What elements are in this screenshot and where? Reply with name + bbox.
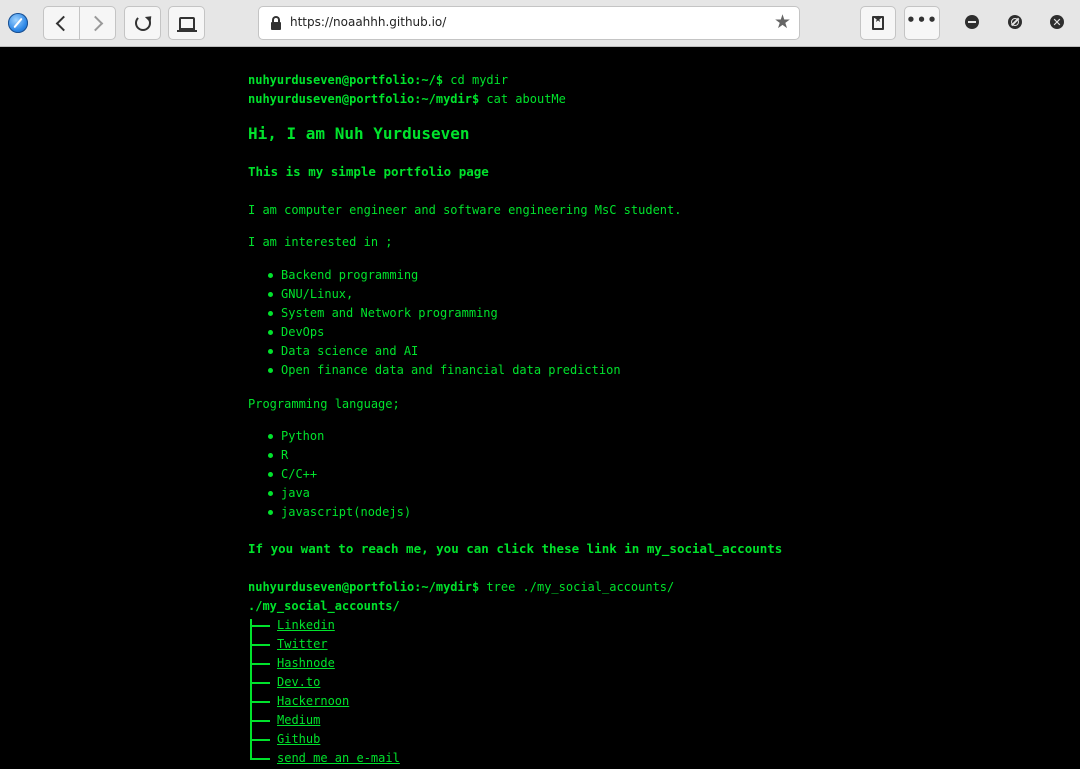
maximize-icon <box>1011 18 1019 26</box>
link-medium[interactable]: Medium <box>277 713 320 727</box>
link-github[interactable]: Github <box>277 732 320 746</box>
list-item: java <box>268 486 310 500</box>
close-button[interactable]: ✕ <box>1050 15 1064 29</box>
close-icon: ✕ <box>1052 15 1062 29</box>
reload-icon <box>134 15 151 31</box>
list-item: Backend programming <box>267 268 419 282</box>
list-item: Data science and AI <box>267 344 419 358</box>
list-item: GNU/Linux, <box>267 287 354 301</box>
tree-branch <box>250 644 270 646</box>
tree-branch <box>250 663 270 665</box>
list-item: System and Network programming <box>268 306 498 320</box>
link-hashnode[interactable]: Hashnode <box>277 656 335 670</box>
bookmarks-icon <box>872 15 884 30</box>
command-line-3: nuhyurduseven@portfolio:~/mydir$ tree ./… <box>248 579 674 595</box>
tree-branch <box>250 758 270 760</box>
reach-text: If you want to reach me, you can click t… <box>248 541 783 556</box>
intro-text: I am computer engineer and software engi… <box>248 203 682 217</box>
link-hackernoon[interactable]: Hackernoon <box>277 694 349 708</box>
languages-title: Programming language; <box>248 397 400 411</box>
list-item: C/C++ <box>267 467 318 481</box>
back-button[interactable] <box>44 7 79 39</box>
link-twitter[interactable]: Twitter <box>277 637 328 651</box>
menu-dots-icon: ••• <box>906 11 938 29</box>
app-icon <box>8 13 28 33</box>
tab-button[interactable] <box>168 6 205 40</box>
menu-button[interactable]: ••• <box>904 6 940 40</box>
link-devto[interactable]: Dev.to <box>277 675 320 689</box>
list-item: Python <box>267 429 325 443</box>
forward-button[interactable] <box>79 7 115 39</box>
tree-branch <box>250 682 270 684</box>
url-text[interactable]: https://noaahhh.github.io/ <box>290 15 446 29</box>
page-subtitle: This is my simple portfolio page <box>248 164 489 179</box>
list-item: Open finance data and financial data pre… <box>268 363 621 377</box>
minimize-icon <box>968 21 976 23</box>
command: tree ./my_social_accounts/ <box>479 580 675 594</box>
prompt: nuhyurduseven@portfolio:~/mydir$ <box>248 92 480 106</box>
tree-branch <box>250 625 270 627</box>
tree-root: ./my_social_accounts/ <box>248 599 400 613</box>
command-line-2: nuhyurduseven@portfolio:~/mydir$ cat abo… <box>248 91 566 107</box>
interests-title: I am interested in ; <box>248 235 393 249</box>
terminal-page: nuhyurduseven@portfolio:~/$ cd mydir nuh… <box>0 48 1080 769</box>
prompt: nuhyurduseven@portfolio:~/mydir$ <box>248 580 480 594</box>
forward-icon <box>87 15 104 31</box>
link-email[interactable]: send me an e-mail <box>277 751 400 765</box>
list-item: DevOps <box>267 325 325 339</box>
reload-button[interactable] <box>124 6 161 40</box>
bookmarks-button[interactable] <box>860 6 896 40</box>
link-linkedin[interactable]: Linkedin <box>277 618 335 632</box>
tree-branch <box>250 701 270 703</box>
maximize-button[interactable] <box>1008 15 1022 29</box>
nav-buttons <box>43 6 116 40</box>
tree-branch <box>250 739 270 741</box>
list-item: R <box>267 448 289 462</box>
tree-branch <box>250 720 270 722</box>
command: cd mydir <box>443 73 509 87</box>
page-title: Hi, I am Nuh Yurduseven <box>248 124 470 143</box>
command-line-1: nuhyurduseven@portfolio:~/$ cd mydir <box>248 72 508 88</box>
back-icon <box>55 15 72 31</box>
lock-icon <box>271 16 281 30</box>
command: cat aboutMe <box>479 92 566 106</box>
tab-icon <box>176 16 197 32</box>
prompt: nuhyurduseven@portfolio:~/$ <box>248 73 444 87</box>
list-item: javascript(nodejs) <box>267 505 412 519</box>
address-bar[interactable]: https://noaahhh.github.io/ ★ <box>258 6 800 40</box>
star-icon[interactable]: ★ <box>774 12 791 32</box>
minimize-button[interactable] <box>965 15 979 29</box>
browser-toolbar: https://noaahhh.github.io/ ★ ••• ✕ <box>0 0 1080 47</box>
